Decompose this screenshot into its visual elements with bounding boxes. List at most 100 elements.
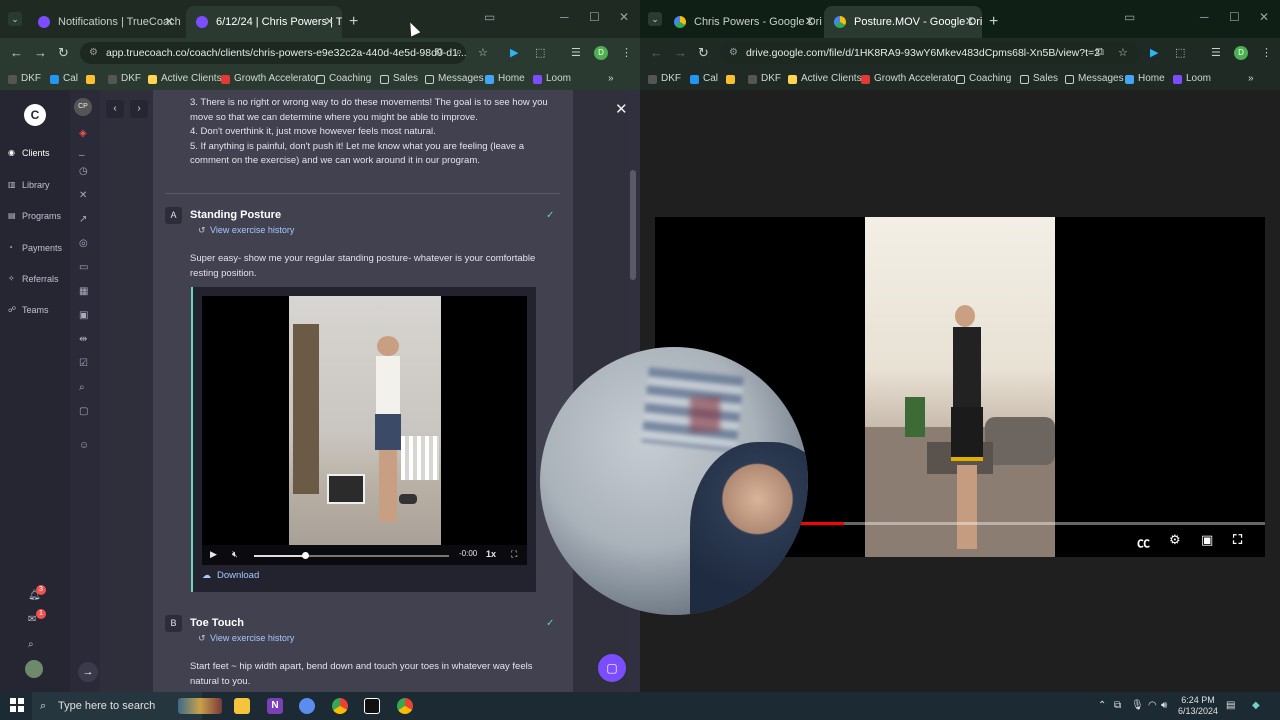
address-bar[interactable]: ⚙ app.truecoach.co/coach/clients/chris-p… — [80, 42, 466, 64]
tab-chris-powers-drive[interactable]: Chris Powers - Google Drive ✕ — [664, 6, 822, 38]
dash-icon[interactable]: – — [79, 150, 85, 161]
dumbbell-icon[interactable]: ⇹ — [79, 334, 87, 345]
bookmark-item[interactable]: Active Clients — [148, 71, 222, 87]
view-exercise-history-link[interactable]: ↺ View exercise history — [198, 633, 294, 643]
user-settings-icon[interactable]: ☺ — [79, 440, 89, 451]
coach-avatar[interactable] — [25, 660, 43, 678]
close-tab-icon[interactable]: ✕ — [965, 6, 974, 38]
expand-sidebar-button[interactable]: → — [78, 662, 98, 682]
profile-avatar[interactable]: D — [594, 46, 608, 60]
capcut-icon[interactable] — [364, 698, 380, 714]
workout-icon[interactable]: ✕ — [79, 190, 87, 201]
forward-icon[interactable]: → — [674, 45, 687, 60]
next-workout-button[interactable]: › — [130, 100, 148, 118]
archive-icon[interactable]: ▢ — [79, 406, 88, 417]
survey-icon[interactable]: ☑ — [79, 358, 88, 369]
playback-speed-button[interactable]: 1x — [486, 549, 496, 559]
fullscreen-icon[interactable]: ⛶ — [1233, 532, 1242, 548]
flag-icon[interactable]: ◈ — [79, 128, 87, 139]
notification-center-icon[interactable]: ▤ — [1226, 700, 1235, 711]
miniplayer-icon[interactable]: ▣ — [1201, 532, 1213, 548]
prev-workout-button[interactable]: ‹ — [106, 100, 124, 118]
open-in-new-icon[interactable]: ⧉ — [1096, 46, 1104, 59]
nav-clients[interactable]: ◉ Clients — [8, 148, 50, 158]
nav-teams[interactable]: ☍ Teams — [8, 305, 49, 315]
webcam-bubble[interactable] — [540, 347, 808, 615]
new-tab-icon[interactable]: + — [349, 6, 358, 38]
extension-loom-icon[interactable]: ▶ — [510, 46, 518, 59]
bookmark-item[interactable]: Growth Accelerator — [221, 71, 319, 87]
nav-library[interactable]: ▥ Library — [8, 180, 50, 190]
nav-referrals[interactable]: ✧ Referrals — [8, 274, 59, 284]
tab-manager-icon[interactable]: ☰ — [571, 46, 581, 59]
address-bar[interactable]: ⚙ drive.google.com/file/d/1HK8RA9-93wY6M… — [720, 42, 1140, 64]
bookmark-star-icon[interactable]: ☆ — [1118, 46, 1128, 59]
bookmark-item[interactable]: Active Clients — [788, 71, 862, 87]
tab-chris-powers[interactable]: 6/12/24 | Chris Powers | TrueCo ✕ — [186, 6, 342, 38]
chrome-icon[interactable] — [332, 698, 348, 714]
image-icon[interactable]: ▣ — [79, 310, 88, 321]
file-explorer-icon[interactable] — [234, 698, 250, 714]
client-avatar[interactable]: CP — [74, 98, 92, 116]
taskbar-clock[interactable]: 6:24 PM 6/13/2024 — [1176, 695, 1220, 717]
extensions-icon[interactable]: ⬚ — [535, 46, 545, 59]
close-window-icon[interactable]: ✕ — [619, 10, 629, 24]
mute-icon[interactable]: 🔇︎ — [232, 549, 238, 560]
bookmark-item[interactable]: Home — [1125, 71, 1165, 87]
wifi-icon[interactable]: ◠ — [1148, 700, 1157, 711]
play-icon[interactable]: ▶ — [210, 549, 217, 560]
reload-icon[interactable]: ↻ — [698, 45, 709, 61]
bookmark-folder[interactable]: Coaching — [956, 71, 1011, 87]
bookmark-item[interactable]: DKF — [8, 71, 41, 87]
browser-menu-icon[interactable]: ⋮ — [621, 46, 632, 59]
bookmark-folder[interactable]: Messages — [425, 71, 484, 87]
clipboard-icon[interactable]: ▭ — [79, 262, 88, 273]
windows-start-icon[interactable] — [10, 698, 24, 712]
search-client-icon[interactable]: ⌕ — [79, 382, 85, 393]
search-icon[interactable]: ⌕ — [28, 639, 34, 650]
taskbar-search-box[interactable]: ⌕ Type here to search — [32, 692, 202, 720]
tab-manager-icon[interactable]: ☰ — [1211, 46, 1221, 59]
back-icon[interactable]: ← — [10, 45, 23, 60]
bookmarks-overflow-icon[interactable]: » — [608, 71, 614, 87]
minimize-icon[interactable]: ─ — [1200, 10, 1209, 24]
cast-icon[interactable]: ▭ — [484, 10, 495, 24]
tab-notifications[interactable]: Notifications | TrueCoach ✕ — [28, 6, 182, 38]
bookmark-item[interactable]: Growth Accelerator — [861, 71, 959, 87]
close-tab-icon[interactable]: ✕ — [805, 6, 814, 38]
maximize-icon[interactable]: ☐ — [589, 10, 600, 24]
bookmark-item[interactable]: Loom — [1173, 71, 1211, 87]
chrome-profile-icon[interactable] — [397, 698, 413, 714]
bookmark-item[interactable]: Home — [485, 71, 525, 87]
bookmark-item[interactable]: Cal — [50, 71, 78, 87]
view-exercise-history-link[interactable]: ↺ View exercise history — [198, 225, 294, 235]
tab-posture-mov[interactable]: Posture.MOV - Google Drive ✕ — [824, 6, 982, 38]
video-seek-handle[interactable] — [302, 552, 309, 559]
settings-gear-icon[interactable]: ⚙ — [1169, 532, 1181, 548]
support-chat-icon[interactable]: ▢ — [598, 654, 626, 682]
bookmark-folder[interactable]: Coaching — [316, 71, 371, 87]
calendar-icon[interactable]: ▦ — [79, 286, 88, 297]
bookmark-item[interactable]: DKF — [748, 71, 781, 87]
close-tab-icon[interactable]: ✕ — [325, 6, 334, 38]
bookmark-item[interactable]: DKF — [648, 71, 681, 87]
reload-icon[interactable]: ↻ — [58, 45, 69, 61]
bookmark-item[interactable]: Cal — [690, 71, 718, 87]
chart-icon[interactable]: ↗ — [79, 214, 87, 225]
bookmark-item[interactable]: Loom — [533, 71, 571, 87]
captions-icon[interactable]: ㏄ — [1137, 532, 1150, 551]
tab-search-icon[interactable]: ⌄ — [648, 12, 662, 26]
new-tab-icon[interactable]: + — [989, 6, 998, 38]
close-window-icon[interactable]: ✕ — [1259, 10, 1269, 24]
fullscreen-icon[interactable]: ⛶ — [511, 549, 517, 560]
zoom-icon[interactable]: ⌕ — [456, 46, 462, 59]
tray-overflow-icon[interactable]: ⌃ — [1098, 700, 1106, 711]
bookmark-folder[interactable]: Messages — [1065, 71, 1124, 87]
install-app-icon[interactable]: ⧉ — [435, 46, 443, 59]
onenote-icon[interactable]: N — [267, 698, 283, 714]
minimize-icon[interactable]: ─ — [560, 10, 569, 24]
copilot-icon[interactable]: ◆ — [1252, 700, 1260, 711]
scrollbar-thumb[interactable] — [630, 170, 636, 280]
forward-icon[interactable]: → — [34, 45, 47, 60]
download-link[interactable]: ☁ Download — [202, 570, 259, 581]
